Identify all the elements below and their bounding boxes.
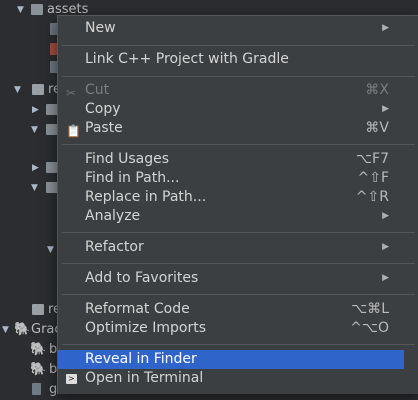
menu-shortcut: ⌥⌘L (351, 301, 389, 317)
expand-arrow-icon[interactable]: ▼ (14, 80, 24, 100)
menu-separator (62, 76, 415, 77)
menu-item-optimize-imports[interactable]: Optimize Imports ^⌥O (58, 319, 418, 338)
expand-arrow-icon[interactable]: ▼ (31, 178, 41, 198)
menu-separator (62, 344, 415, 345)
expand-arrow-icon[interactable]: ▼ (2, 320, 12, 340)
menu-label: Add to Favorites (85, 270, 199, 286)
folder-icon (31, 4, 43, 15)
gradle-icon: 🐘 (30, 342, 47, 357)
menu-item-cut[interactable]: ✂ Cut ⌘X (58, 81, 418, 100)
menu-item-analyze[interactable]: Analyze ▶ (58, 207, 418, 226)
collapse-arrow-icon[interactable]: ▶ (32, 100, 42, 120)
expand-arrow-icon[interactable]: ▼ (31, 120, 41, 140)
file-icon (32, 383, 41, 395)
folder-icon (32, 304, 44, 315)
menu-label: Optimize Imports (85, 320, 206, 336)
menu-label: Paste (85, 120, 123, 136)
context-menu: New ▶ Link C++ Project with Gradle ✂ Cut… (57, 15, 418, 394)
submenu-arrow-icon: ▶ (382, 104, 389, 114)
menu-label: Copy (85, 101, 121, 117)
menu-item-add-to-favorites[interactable]: Add to Favorites ▶ (58, 269, 418, 288)
menu-shortcut: ^⇧R (355, 189, 389, 205)
menu-label: New (85, 20, 116, 36)
menu-separator (62, 45, 415, 46)
clipboard-icon: 📋 (66, 124, 81, 138)
menu-label: Replace in Path... (85, 189, 207, 205)
gradle-icon: 🐘 (14, 322, 31, 337)
menu-label: Reveal in Finder (85, 351, 197, 367)
menu-shortcut: ^⌥O (350, 320, 389, 336)
menu-separator (62, 232, 415, 233)
menu-item-reformat-code[interactable]: Reformat Code ⌥⌘L (58, 300, 418, 319)
expand-arrow-icon[interactable]: ▼ (47, 240, 57, 260)
menu-label: Reformat Code (85, 301, 190, 317)
terminal-icon (66, 369, 77, 388)
menu-shortcut: ⌘V (365, 120, 389, 136)
menu-item-find-in-path[interactable]: Find in Path... ^⇧F (58, 169, 418, 188)
gradle-icon: 🐘 (30, 362, 47, 377)
menu-item-refactor[interactable]: Refactor ▶ (58, 238, 418, 257)
menu-item-copy[interactable]: Copy ▶ (58, 100, 418, 119)
expand-arrow-icon[interactable]: ▼ (17, 0, 27, 20)
menu-separator (62, 263, 415, 264)
submenu-arrow-icon: ▶ (382, 242, 389, 252)
menu-label: Find in Path... (85, 170, 180, 186)
menu-label: Link C++ Project with Gradle (85, 51, 289, 67)
menu-separator (62, 144, 415, 145)
menu-item-new[interactable]: New ▶ (58, 19, 418, 38)
menu-label: Find Usages (85, 151, 170, 167)
menu-item-reveal-in-finder[interactable]: Reveal in Finder (58, 350, 404, 369)
menu-separator (62, 294, 415, 295)
menu-label: Refactor (85, 239, 144, 255)
collapse-arrow-icon[interactable]: ▶ (32, 158, 42, 178)
menu-item-replace-in-path[interactable]: Replace in Path... ^⇧R (58, 188, 418, 207)
menu-item-link-cpp-project[interactable]: Link C++ Project with Gradle (58, 50, 418, 69)
menu-item-paste[interactable]: 📋 Paste ⌘V (58, 119, 418, 138)
menu-shortcut: ⌘X (365, 82, 389, 98)
menu-item-open-in-terminal[interactable]: Open in Terminal (58, 369, 418, 388)
menu-item-find-usages[interactable]: Find Usages ⌥F7 (58, 150, 418, 169)
menu-shortcut: ⌥F7 (355, 151, 389, 167)
menu-label: Analyze (85, 208, 141, 224)
menu-label: Open in Terminal (85, 370, 204, 386)
menu-shortcut: ^⇧F (357, 170, 389, 186)
submenu-arrow-icon: ▶ (382, 211, 389, 221)
submenu-arrow-icon: ▶ (382, 23, 389, 33)
folder-icon (32, 84, 44, 95)
submenu-arrow-icon: ▶ (382, 273, 389, 283)
menu-label: Cut (85, 82, 110, 98)
